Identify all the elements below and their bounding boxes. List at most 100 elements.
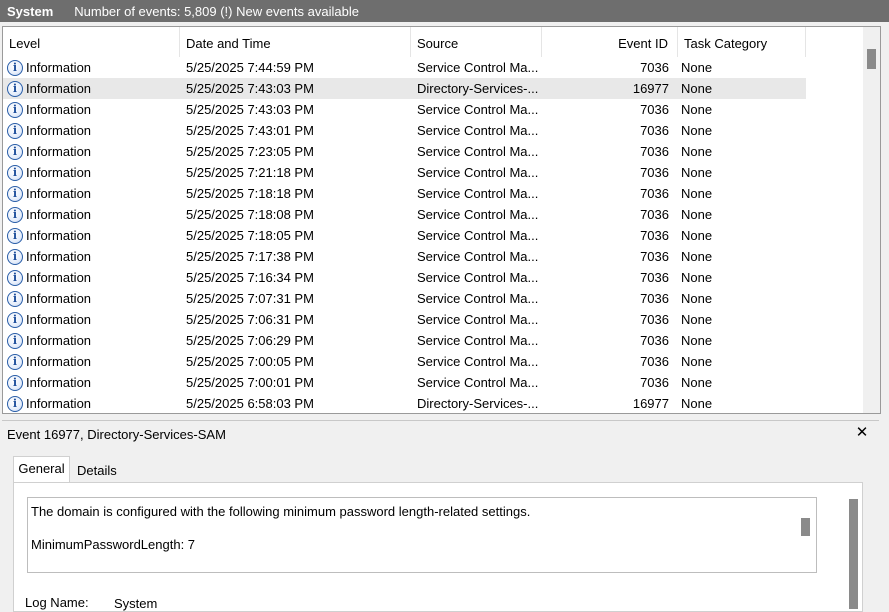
source-cell: Service Control Ma... <box>417 312 539 327</box>
table-row[interactable]: i Information 5/25/2025 7:18:08 PM Service … <box>3 204 806 225</box>
detail-scroll-thumb[interactable] <box>849 499 858 609</box>
event-message-line: The domain is configured with the follow… <box>31 504 531 519</box>
task-category-cell: None <box>681 186 713 201</box>
source-cell: Service Control Ma... <box>417 333 539 348</box>
information-icon: i <box>7 269 23 286</box>
event-id-cell: 7036 <box>640 165 669 180</box>
table-row[interactable]: i Information 5/25/2025 7:43:03 PM Service … <box>3 99 806 120</box>
column-header-event-id[interactable]: Event ID <box>542 27 678 57</box>
level-cell: i Information <box>7 57 177 78</box>
event-id-cell: 7036 <box>640 249 669 264</box>
event-id-cell: 7036 <box>640 354 669 369</box>
level-cell: i Information <box>7 288 177 309</box>
level-cell: i Information <box>7 351 177 372</box>
event-id-cell: 7036 <box>640 144 669 159</box>
table-row[interactable]: i Information 5/25/2025 7:44:59 PM Service … <box>3 57 806 78</box>
table-row[interactable]: i Information 5/25/2025 7:00:05 PM Service … <box>3 351 806 372</box>
table-row[interactable]: i Information 5/25/2025 7:16:34 PM Service … <box>3 267 806 288</box>
task-category-cell: None <box>681 102 713 117</box>
level-text: Information <box>26 249 92 264</box>
information-icon: i <box>7 290 23 307</box>
source-cell: Directory-Services-... <box>417 81 539 96</box>
tab-general[interactable]: General <box>13 456 70 482</box>
task-category-cell: None <box>681 228 713 243</box>
information-icon: i <box>7 227 23 244</box>
table-row[interactable]: i Information 5/25/2025 7:43:03 PM Director… <box>3 78 806 99</box>
message-scroll-thumb[interactable] <box>801 518 810 536</box>
table-row[interactable]: i Information 5/25/2025 7:18:18 PM Service … <box>3 183 806 204</box>
event-count[interactable]: Number of events: 5,809 (!) New events a… <box>74 4 359 19</box>
event-message-box[interactable]: The domain is configured with the follow… <box>27 497 817 573</box>
task-category-cell: None <box>681 123 713 138</box>
source-cell: Service Control Ma... <box>417 270 539 285</box>
date-cell: 5/25/2025 7:00:05 PM <box>186 354 314 369</box>
level-text: Information <box>26 102 92 117</box>
source-cell: Service Control Ma... <box>417 186 539 201</box>
level-text: Information <box>26 375 92 390</box>
table-row[interactable]: i Information 5/25/2025 7:00:01 PM Service … <box>3 372 806 393</box>
task-category-cell: None <box>681 249 713 264</box>
event-list[interactable]: Level Date and Time Source Event ID Task… <box>2 26 881 414</box>
table-row[interactable]: i Information 5/25/2025 7:23:05 PM Service … <box>3 141 806 162</box>
level-text: Information <box>26 81 92 96</box>
level-cell: i Information <box>7 225 177 246</box>
date-cell: 5/25/2025 7:00:01 PM <box>186 375 314 390</box>
table-row[interactable]: i Information 5/25/2025 7:43:01 PM Service … <box>3 120 806 141</box>
close-icon[interactable]: ✕ <box>855 425 869 441</box>
level-text: Information <box>26 60 92 75</box>
information-icon: i <box>7 395 23 412</box>
task-category-cell: None <box>681 333 713 348</box>
event-list-scroll-thumb[interactable] <box>867 49 876 69</box>
source-cell: Service Control Ma... <box>417 165 539 180</box>
source-cell: Service Control Ma... <box>417 291 539 306</box>
task-category-cell: None <box>681 81 713 96</box>
level-text: Information <box>26 144 92 159</box>
column-header-date[interactable]: Date and Time <box>180 27 411 57</box>
event-message-line: MinimumPasswordLength: 7 <box>31 537 196 552</box>
level-text: Information <box>26 228 92 243</box>
information-icon: i <box>7 101 23 118</box>
level-cell: i Information <box>7 141 177 162</box>
event-id-cell: 7036 <box>640 375 669 390</box>
information-icon: i <box>7 374 23 391</box>
task-category-cell: None <box>681 270 713 285</box>
table-row[interactable]: i Information 5/25/2025 6:58:03 PM Director… <box>3 393 806 413</box>
level-text: Information <box>26 207 92 222</box>
column-header-task-category[interactable]: Task Category <box>678 27 806 57</box>
column-header-level[interactable]: Level <box>3 27 180 57</box>
event-log-titlebar: System Number of events: 5,809 (!) New e… <box>0 0 889 22</box>
task-category-cell: None <box>681 375 713 390</box>
source-cell: Service Control Ma... <box>417 354 539 369</box>
source-cell: Service Control Ma... <box>417 102 539 117</box>
information-icon: i <box>7 206 23 223</box>
task-category-cell: None <box>681 291 713 306</box>
event-list-scrollbar[interactable] <box>863 27 880 413</box>
level-cell: i Information <box>7 99 177 120</box>
event-id-cell: 7036 <box>640 291 669 306</box>
event-id-cell: 7036 <box>640 333 669 348</box>
level-text: Information <box>26 165 92 180</box>
task-category-cell: None <box>681 165 713 180</box>
column-header-source[interactable]: Source <box>411 27 542 57</box>
information-icon: i <box>7 164 23 181</box>
information-icon: i <box>7 353 23 370</box>
information-icon: i <box>7 80 23 97</box>
task-category-cell: None <box>681 312 713 327</box>
information-icon: i <box>7 311 23 328</box>
level-cell: i Information <box>7 120 177 141</box>
task-category-cell: None <box>681 144 713 159</box>
level-text: Information <box>26 270 92 285</box>
event-id-cell: 16977 <box>632 396 669 411</box>
level-text: Information <box>26 186 92 201</box>
table-row[interactable]: i Information 5/25/2025 7:06:29 PM Service … <box>3 330 806 351</box>
table-row[interactable]: i Information 5/25/2025 7:18:05 PM Service … <box>3 225 806 246</box>
tab-details[interactable]: Details <box>74 460 120 482</box>
level-text: Information <box>26 312 92 327</box>
task-category-cell: None <box>681 354 713 369</box>
date-cell: 5/25/2025 7:06:31 PM <box>186 312 314 327</box>
table-row[interactable]: i Information 5/25/2025 7:17:38 PM Service … <box>3 246 806 267</box>
table-row[interactable]: i Information 5/25/2025 7:06:31 PM Service … <box>3 309 806 330</box>
table-row[interactable]: i Information 5/25/2025 7:07:31 PM Service … <box>3 288 806 309</box>
date-cell: 5/25/2025 7:18:08 PM <box>186 207 314 222</box>
table-row[interactable]: i Information 5/25/2025 7:21:18 PM Service … <box>3 162 806 183</box>
